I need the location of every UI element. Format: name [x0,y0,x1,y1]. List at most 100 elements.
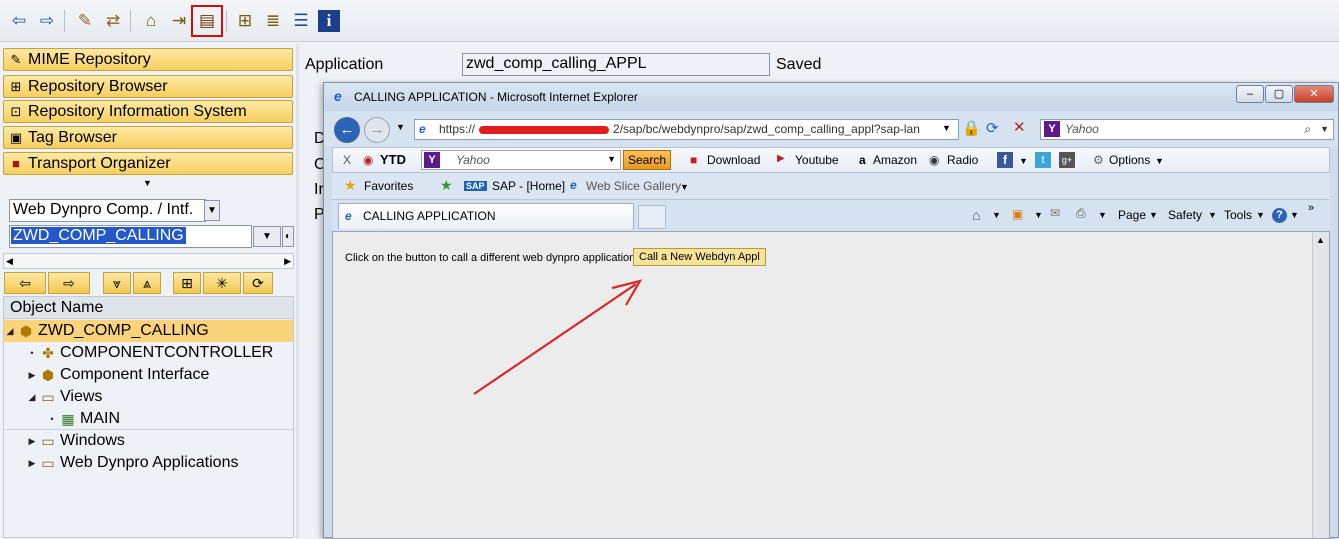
print-icon[interactable]: ⎙ [1076,206,1086,221]
edit-icon[interactable]: ✎ [74,10,96,32]
tree-row-main[interactable]: • ▦ MAIN [4,408,293,430]
ie-back-icon[interactable]: ← [334,117,360,143]
display-glasses-icon[interactable]: ◐ [282,226,294,247]
nav-tag-browser[interactable]: ▣ Tag Browser [3,126,293,149]
scroll-left-icon[interactable]: ◀ [6,254,13,268]
home-icon[interactable]: ⌂ [972,207,980,223]
horizontal-scrollbar[interactable]: ◀ ▶ [3,253,294,269]
tools-dropdown-icon[interactable]: ▼ [1256,210,1265,220]
object-type-select[interactable]: Web Dynpro Comp. / Intf. [9,199,206,222]
download-link[interactable]: Download [707,153,760,167]
help-dropdown-icon[interactable]: ▼ [1290,210,1299,220]
tree-row-windows[interactable]: ▶ ▭ Windows [4,430,293,452]
search-icon[interactable]: ⌕ [1304,120,1311,139]
feeds-icon[interactable]: ▣ [1012,207,1023,221]
print-dropdown-icon[interactable]: ▼ [1098,210,1107,220]
tree-row-views[interactable]: ◢ ▭ Views [4,386,293,408]
help-icon[interactable]: ? [1272,208,1287,223]
scroll-up-icon[interactable]: ▲ [1316,235,1325,245]
history-dropdown-icon[interactable]: ▼ [396,122,405,132]
add-favorite-icon[interactable]: ★ [440,177,453,194]
collapse-icon[interactable]: ◢ [26,386,38,408]
expand-icon[interactable]: ▶ [26,452,38,474]
page-vertical-scrollbar[interactable]: ▲ [1312,232,1329,538]
expand-nav-icon[interactable]: ▼ [143,178,152,188]
object-type-dropdown-icon[interactable]: ▼ [204,200,220,221]
nav-repository-browser[interactable]: ⊞ Repository Browser [3,75,293,98]
ie-forward-icon[interactable]: → [364,117,390,143]
collapse-icon[interactable]: ◢ [4,320,16,342]
facebook-icon[interactable]: f [997,152,1013,168]
forward-arrow-icon[interactable]: ⇨ [36,10,58,32]
tree-row-component-interface[interactable]: ▶ ⬢ Component Interface [4,364,293,386]
safety-menu[interactable]: Safety [1168,208,1202,222]
refresh-page-icon[interactable]: ⟳ [986,119,999,137]
test-application-icon[interactable]: ▤ [191,5,223,37]
yahoo-search-field[interactable]: Y Yahoo ▼ [421,150,621,170]
nav-transport-organizer[interactable]: ■ Transport Organizer [3,152,293,175]
favorites-button[interactable]: Favorites [364,179,413,193]
mail-icon[interactable]: ✉ [1050,206,1060,220]
address-bar[interactable]: e https:// 2/sap/bc/webdynpro/sap/zwd_com… [414,119,959,140]
facebook-dropdown-icon[interactable]: ▼ [1019,156,1028,166]
call-new-webdynpro-button[interactable]: Call a New Webdyn Appl [633,248,766,266]
options-menu[interactable]: Options [1109,153,1150,167]
page-menu[interactable]: Page [1118,208,1146,222]
amazon-link[interactable]: Amazon [873,153,917,167]
tools-menu[interactable]: Tools [1224,208,1252,222]
refresh-icon[interactable]: ⟳ [243,272,273,294]
tree-row-componentcontroller[interactable]: • ✤ COMPONENTCONTROLLER [4,342,293,364]
home-dropdown-icon[interactable]: ▼ [992,210,1001,220]
tree-row-web-dynpro-applications[interactable]: ▶ ▭ Web Dynpro Applications [4,452,293,474]
tree-structure-icon[interactable]: ⊞ [173,272,201,294]
list-view-icon[interactable]: ☰ [290,10,312,32]
stop-icon[interactable]: ✕ [1013,118,1026,136]
stack-icon[interactable]: ≣ [262,10,284,32]
nav-repository-info-system[interactable]: ⊡ Repository Information System [3,100,293,123]
sap-home-link[interactable]: SAP - [Home] [492,179,565,193]
ytd-label[interactable]: YTD [380,152,406,167]
object-list-icon[interactable]: ⊞ [234,10,256,32]
expand-icon[interactable]: ▶ [26,430,38,452]
tab-calling-application[interactable]: e CALLING APPLICATION [338,203,634,229]
radio-link[interactable]: Radio [947,153,978,167]
expand-all-icon[interactable]: ⩔ [103,272,131,294]
yahoo-dropdown-icon[interactable]: ▼ [607,154,616,164]
feeds-dropdown-icon[interactable]: ▼ [1034,210,1043,220]
toolbar-close-icon[interactable]: X [343,153,351,167]
change-display-icon[interactable]: ⇄ [102,10,124,32]
info-icon[interactable]: i [318,10,340,32]
google-plus-icon[interactable]: g+ [1059,152,1075,168]
lock-icon[interactable]: 🔒 [962,119,981,137]
tree-back-icon[interactable]: ⇦ [4,272,46,294]
object-name-dropdown-icon[interactable]: ▼ [253,226,281,247]
maximize-icon[interactable]: ▢ [1265,85,1293,103]
new-tab-button[interactable] [638,205,666,229]
options-dropdown-icon[interactable]: ▼ [1155,156,1164,166]
back-arrow-icon[interactable]: ⇦ [8,10,30,32]
tree-row-component[interactable]: ◢ ⬢ ZWD_COMP_CALLING [4,320,293,342]
minimize-icon[interactable]: – [1236,85,1264,103]
window-close-icon[interactable]: ✕ [1294,85,1334,103]
search-input[interactable]: Y Yahoo ⌕ ▼ [1040,119,1334,140]
web-slice-gallery-link[interactable]: Web Slice Gallery [586,179,681,193]
web-slice-dropdown-icon[interactable]: ▼ [680,182,689,192]
expand-icon[interactable]: ▶ [26,364,38,386]
settings-icon[interactable]: ✳ [203,272,241,294]
collapse-all-icon[interactable]: ⩓ [133,272,161,294]
chevron-more-icon[interactable]: » [1308,202,1314,214]
scroll-right-icon[interactable]: ▶ [284,254,291,268]
search-dropdown-icon[interactable]: ▼ [1320,120,1329,139]
page-dropdown-icon[interactable]: ▼ [1149,210,1158,220]
object-name-input[interactable]: ZWD_COMP_CALLING [9,225,252,248]
where-used-icon[interactable]: ⇥ [168,10,190,32]
hierarchy-icon[interactable]: ⌂ [140,10,162,32]
yahoo-search-button[interactable]: Search [623,150,671,170]
youtube-link[interactable]: Youtube [795,153,839,167]
pane-splitter[interactable] [296,44,299,538]
twitter-icon[interactable]: t [1035,152,1051,168]
safety-dropdown-icon[interactable]: ▼ [1208,210,1217,220]
tree-forward-icon[interactable]: ⇨ [48,272,90,294]
address-dropdown-icon[interactable]: ▼ [942,123,951,133]
nav-mime-repository[interactable]: ✎ MIME Repository [3,48,293,71]
